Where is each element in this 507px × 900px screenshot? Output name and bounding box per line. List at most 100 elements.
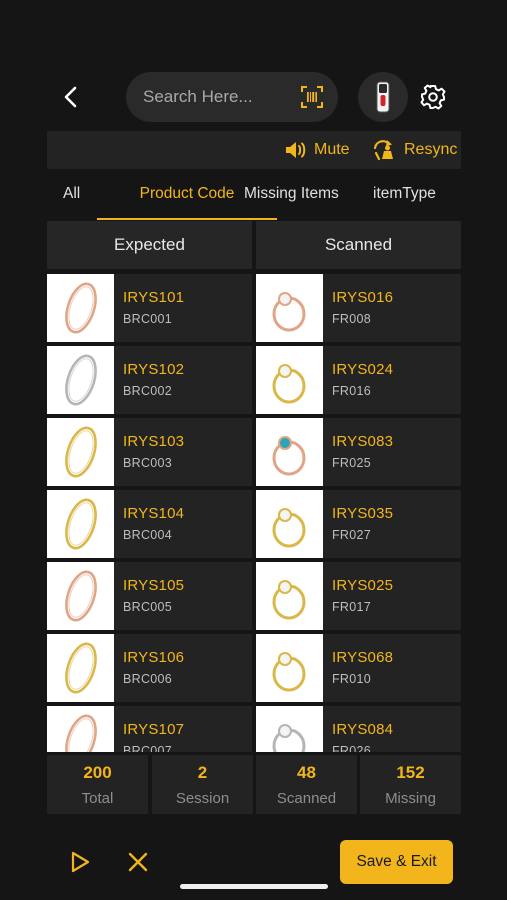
close-icon (128, 852, 148, 872)
list-item[interactable]: IRYS107 BRC007 (47, 706, 252, 752)
stat-missing: 152 Missing (360, 755, 461, 814)
search-input[interactable] (143, 87, 293, 107)
product-thumbnail (47, 418, 114, 486)
item-sub-code: FR027 (332, 528, 372, 542)
gear-icon (420, 84, 446, 110)
tab-missing-items[interactable]: Missing Items (244, 176, 339, 220)
ring-image (272, 508, 306, 548)
resync-button[interactable]: Resync (372, 131, 457, 169)
barcode-scan-icon[interactable] (300, 85, 324, 109)
item-sub-code: BRC005 (123, 600, 173, 614)
item-code: IRYS106 (123, 649, 185, 666)
chevron-left-icon (64, 86, 77, 108)
product-thumbnail (47, 634, 114, 702)
play-icon (71, 851, 90, 873)
bangle-image (65, 570, 97, 622)
list-item[interactable]: IRYS024 FR016 (256, 346, 461, 414)
expected-column-header: Expected (47, 221, 252, 269)
stat-value: 200 (83, 763, 112, 782)
stat-label: Missing (385, 790, 436, 807)
ring-image (272, 652, 306, 692)
item-code: IRYS083 (332, 433, 394, 450)
item-code: IRYS107 (123, 721, 185, 738)
stat-label: Session (175, 790, 230, 807)
ring-image (272, 724, 306, 752)
ring-image (272, 436, 306, 476)
list-item[interactable]: IRYS025 FR017 (256, 562, 461, 630)
product-thumbnail (256, 562, 323, 630)
list-item[interactable]: IRYS105 BRC005 (47, 562, 252, 630)
bangle-image (65, 426, 97, 478)
settings-button[interactable] (418, 82, 448, 112)
stat-value: 2 (197, 763, 208, 782)
item-code: IRYS103 (123, 433, 185, 450)
item-code: IRYS104 (123, 505, 185, 522)
list-item[interactable]: IRYS084 FR026 (256, 706, 461, 752)
list-item[interactable]: IRYS101 BRC001 (47, 274, 252, 342)
product-thumbnail (256, 706, 323, 752)
action-toolbar: Mute Resync (47, 131, 461, 169)
expected-list: IRYS101 BRC001 IRYS102 BRC002 IRYS103 BR… (47, 274, 252, 752)
item-sub-code: BRC004 (123, 528, 173, 542)
product-thumbnail (47, 562, 114, 630)
list-item[interactable]: IRYS083 FR025 (256, 418, 461, 486)
list-item[interactable]: IRYS103 BRC003 (47, 418, 252, 486)
tab-all[interactable]: All (63, 176, 80, 220)
item-sub-code: FR025 (332, 456, 372, 470)
product-thumbnail (47, 706, 114, 752)
stat-session: 2 Session (152, 755, 253, 814)
home-indicator[interactable] (180, 884, 328, 889)
item-list-area[interactable]: IRYS101 BRC001 IRYS102 BRC002 IRYS103 BR… (47, 274, 461, 752)
product-thumbnail (256, 634, 323, 702)
item-sub-code: BRC007 (123, 744, 173, 752)
item-code: IRYS025 (332, 577, 394, 594)
stat-scanned: 48 Scanned (256, 755, 357, 814)
device-button[interactable] (358, 72, 408, 122)
scanned-list: IRYS016 FR008 IRYS024 FR016 IRYS083 FR02… (256, 274, 461, 752)
item-code: IRYS068 (332, 649, 394, 666)
item-code: IRYS084 (332, 721, 394, 738)
search-bar[interactable] (126, 72, 338, 122)
item-code: IRYS035 (332, 505, 394, 522)
filter-tabs: All Product Code Missing Items itemType (47, 176, 461, 220)
stat-value: 152 (396, 763, 425, 782)
stat-value: 48 (297, 763, 316, 782)
back-button[interactable] (56, 80, 86, 114)
bangle-image (65, 642, 97, 694)
list-item[interactable]: IRYS068 FR010 (256, 634, 461, 702)
stat-label: Scanned (276, 790, 337, 807)
stat-total: 200 Total (47, 755, 148, 814)
item-sub-code: BRC003 (123, 456, 173, 470)
resync-icon (373, 140, 393, 161)
stat-label: Total (81, 790, 114, 807)
item-sub-code: FR017 (332, 600, 372, 614)
product-thumbnail (256, 490, 323, 558)
item-sub-code: FR016 (332, 384, 372, 398)
list-item[interactable]: IRYS016 FR008 (256, 274, 461, 342)
item-code: IRYS016 (332, 289, 394, 306)
bangle-image (65, 354, 97, 406)
tab-item-type[interactable]: itemType (373, 176, 436, 220)
play-button[interactable] (66, 848, 94, 876)
ring-image (272, 580, 306, 620)
close-button[interactable] (124, 848, 152, 876)
mute-label: Mute (314, 141, 350, 158)
product-thumbnail (256, 274, 323, 342)
mute-button[interactable]: Mute (284, 131, 350, 169)
list-item[interactable]: IRYS102 BRC002 (47, 346, 252, 414)
list-item[interactable]: IRYS106 BRC006 (47, 634, 252, 702)
item-code: IRYS024 (332, 361, 394, 378)
speaker-icon (286, 142, 306, 158)
item-sub-code: FR026 (332, 744, 372, 752)
save-and-exit-button[interactable]: Save & Exit (340, 840, 453, 884)
list-item[interactable]: IRYS035 FR027 (256, 490, 461, 558)
scanned-column-header: Scanned (256, 221, 461, 269)
product-thumbnail (256, 418, 323, 486)
list-item[interactable]: IRYS104 BRC004 (47, 490, 252, 558)
ring-image (272, 364, 306, 404)
product-thumbnail (256, 346, 323, 414)
item-sub-code: BRC006 (123, 672, 173, 686)
item-code: IRYS105 (123, 577, 185, 594)
item-sub-code: BRC001 (123, 312, 173, 326)
product-thumbnail (47, 346, 114, 414)
